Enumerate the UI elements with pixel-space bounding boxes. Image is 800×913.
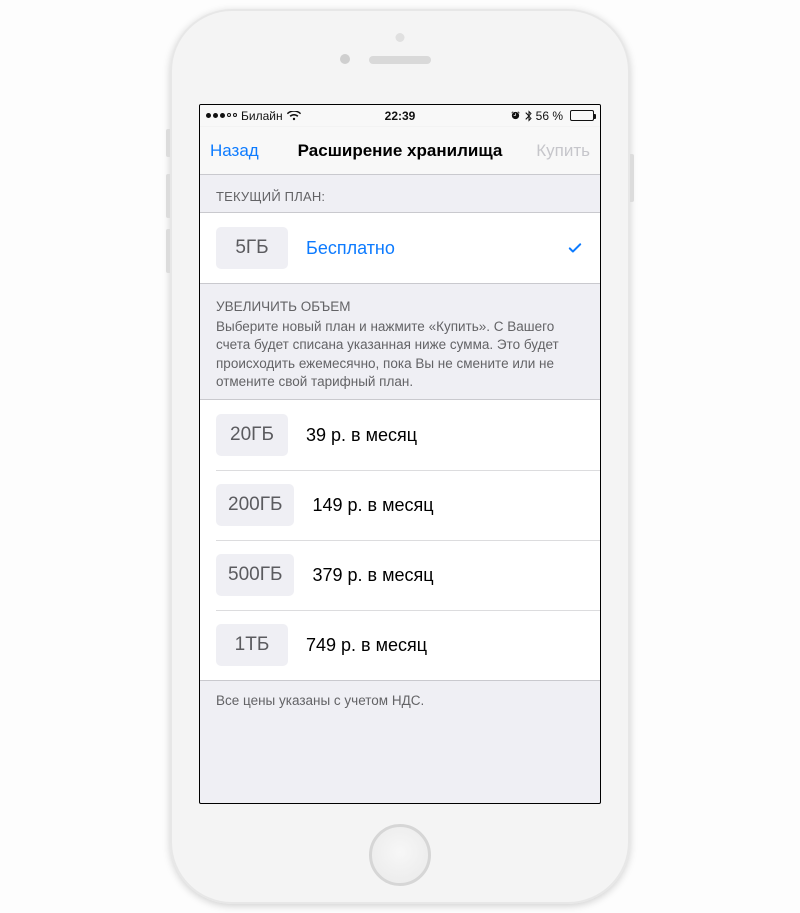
section-header-current: ТЕКУЩИЙ ПЛАН: [200,175,600,212]
battery-percent: 56 % [536,109,563,123]
volume-up [166,174,170,218]
alarm-icon [510,110,521,121]
plan-size-badge: 200ГБ [216,484,294,526]
carrier-label: Билайн [241,109,283,123]
plan-size-badge: 1ТБ [216,624,288,666]
navigation-bar: Назад Расширение хранилища Купить [200,127,600,175]
plan-size-badge: 5ГБ [216,227,288,269]
volume-down [166,229,170,273]
earpiece-speaker [369,56,431,64]
home-button[interactable] [369,824,431,886]
mute-switch [166,129,170,157]
wifi-icon [287,111,301,121]
back-button[interactable]: Назад [210,141,259,161]
proximity-sensor [396,33,405,42]
footer-note: Все цены указаны с учетом НДС. [200,681,600,724]
content-scroll[interactable]: ТЕКУЩИЙ ПЛАН: 5ГБ Бесплатно УВЕЛИЧИТЬ ОБ… [200,175,600,803]
front-camera [340,54,350,64]
status-bar: Билайн 22:39 56 % [200,105,600,127]
plan-row[interactable]: 20ГБ 39 р. в месяц [200,400,600,470]
battery-icon [570,110,594,121]
plan-label: 39 р. в месяц [306,425,417,446]
plan-label: Бесплатно [306,238,395,259]
upgrade-plans-group: 20ГБ 39 р. в месяц 200ГБ 149 р. в месяц … [200,399,600,681]
current-plan-group: 5ГБ Бесплатно [200,212,600,284]
plan-label: 379 р. в месяц [312,565,433,586]
checkmark-icon [566,239,584,257]
upgrade-header: УВЕЛИЧИТЬ ОБЪЕМ [216,298,584,316]
upgrade-description: Выберите новый план и нажмите «Купить». … [216,319,559,389]
section-header-upgrade: УВЕЛИЧИТЬ ОБЪЕМ Выберите новый план и на… [200,284,600,399]
plan-size-badge: 20ГБ [216,414,288,456]
plan-label: 749 р. в месяц [306,635,427,656]
plan-label: 149 р. в месяц [312,495,433,516]
plan-row[interactable]: 1ТБ 749 р. в месяц [200,610,600,680]
cellular-signal-icon [206,113,237,118]
plan-row[interactable]: 200ГБ 149 р. в месяц [200,470,600,540]
power-button [630,154,634,202]
buy-button[interactable]: Купить [536,141,590,161]
plan-size-badge: 500ГБ [216,554,294,596]
phone-frame: Билайн 22:39 56 % [170,9,630,904]
bluetooth-icon [525,110,532,122]
screen: Билайн 22:39 56 % [199,104,601,804]
plan-row[interactable]: 500ГБ 379 р. в месяц [200,540,600,610]
plan-row-current[interactable]: 5ГБ Бесплатно [200,213,600,283]
